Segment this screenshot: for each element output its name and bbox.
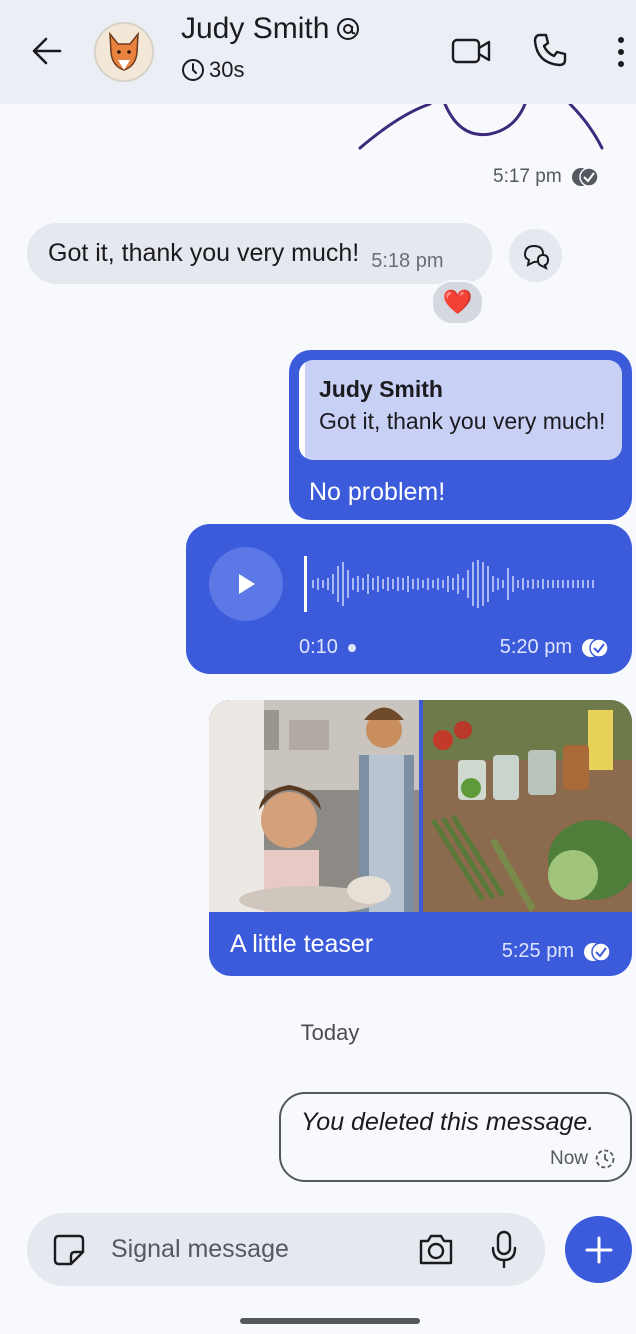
more-options-icon[interactable]: [610, 32, 632, 72]
media-meta: 5:25 pm: [502, 940, 612, 963]
attach-button[interactable]: [565, 1216, 632, 1283]
media-time: 5:25 pm: [501, 940, 574, 962]
phone-call-icon[interactable]: [530, 30, 570, 70]
waveform[interactable]: [304, 556, 604, 612]
expiring-timer-icon: [595, 1149, 615, 1169]
sticker-meta: 5:17 pm: [493, 166, 600, 188]
quoted-text: Got it, thank you very much!: [319, 408, 606, 434]
deleted-message-meta: Now: [550, 1148, 616, 1170]
cooking-kids-photo[interactable]: [209, 700, 419, 912]
quoted-author: Judy Smith: [319, 376, 443, 402]
back-arrow-icon[interactable]: [28, 32, 66, 70]
timer-icon: [182, 59, 204, 81]
incoming-message-bubble[interactable]: Got it, thank you very much! 5:18 pm: [27, 223, 492, 284]
read-receipt-icon: [571, 167, 599, 187]
sticker-time: 5:17 pm: [493, 166, 562, 187]
deleted-message-bubble[interactable]: You deleted this message. Now: [279, 1092, 632, 1182]
read-receipt-icon: [582, 637, 609, 658]
voice-meta: 5:20 pm: [500, 636, 610, 659]
react-button[interactable]: [509, 229, 562, 282]
username-at-icon: [337, 18, 360, 40]
reaction-bubbles-icon: [523, 244, 549, 270]
incoming-message-time: 5:18 pm: [371, 250, 444, 272]
voice-duration-label: 0:10: [299, 636, 338, 658]
incoming-message-text: Got it, thank you very much!: [48, 239, 360, 267]
voice-time: 5:20 pm: [499, 636, 572, 658]
media-caption: A little teaser: [230, 930, 374, 958]
message-input[interactable]: Signal message: [111, 1235, 289, 1264]
unplayed-dot: [347, 643, 356, 652]
sticker-image[interactable]: [340, 104, 620, 154]
contact-avatar[interactable]: [94, 22, 154, 82]
disappearing-timer: 30s: [181, 57, 244, 83]
camera-icon[interactable]: [417, 1231, 455, 1267]
outgoing-reply-bubble[interactable]: Judy Smith Got it, thank you very much! …: [289, 350, 632, 520]
timer-label: 30s: [209, 57, 245, 82]
video-call-icon[interactable]: [450, 32, 492, 70]
heart-reaction-badge[interactable]: ❤️: [431, 280, 484, 325]
media-message-bubble[interactable]: A little teaser 5:25 pm: [209, 700, 632, 976]
play-icon: [239, 574, 255, 594]
read-receipt-icon: [584, 941, 611, 962]
home-indicator[interactable]: [240, 1318, 420, 1324]
deleted-message-text: You deleted this message.: [301, 1108, 595, 1136]
message-composer: Signal message: [27, 1213, 545, 1286]
microphone-icon[interactable]: [489, 1229, 519, 1269]
quote-bar: [299, 360, 305, 460]
sticker-icon[interactable]: [51, 1232, 87, 1268]
date-divider: Today: [300, 1020, 360, 1045]
play-button[interactable]: [209, 547, 283, 621]
reaction-emoji: ❤️: [442, 289, 473, 316]
plus-icon: [585, 1236, 612, 1263]
contact-name-label: Judy Smith: [181, 12, 330, 45]
contact-name[interactable]: Judy Smith: [181, 12, 361, 46]
quoted-message[interactable]: Judy Smith Got it, thank you very much!: [299, 360, 622, 460]
voice-message-bubble[interactable]: 0:10 5:20 pm: [186, 524, 632, 674]
vegetables-photo[interactable]: [423, 700, 632, 912]
voice-duration: 0:10: [299, 636, 356, 659]
deleted-message-time: Now: [549, 1148, 588, 1169]
fox-avatar-icon: [109, 31, 139, 71]
reply-text: No problem!: [309, 478, 446, 506]
